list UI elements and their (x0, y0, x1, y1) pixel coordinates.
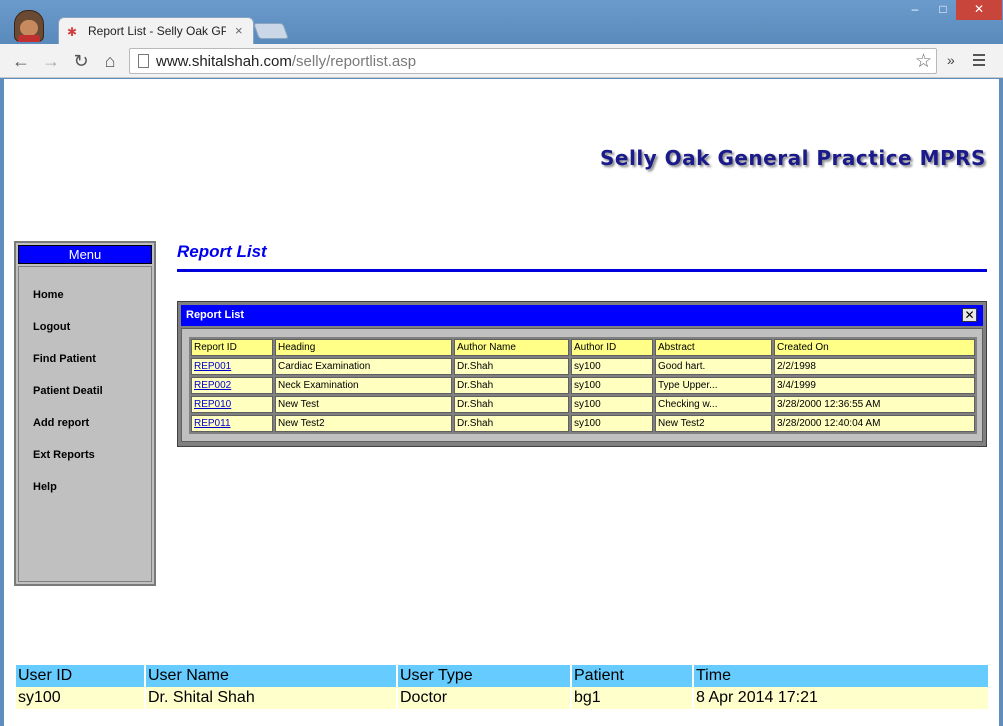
author-id-cell: sy100 (571, 415, 653, 432)
report-id-link[interactable]: REP011 (194, 418, 231, 429)
report-list-title: Report List (186, 309, 245, 321)
window-close-button[interactable]: ✕ (956, 0, 1002, 20)
menu-item-patient-detail[interactable]: Patient Deatil (33, 385, 103, 397)
session-patient: bg1 (571, 687, 694, 709)
page-content: Selly Oak General Practice MPRS Menu Hom… (4, 79, 999, 726)
created-on-cell: 3/28/2000 12:40:04 AM (774, 415, 975, 432)
user-avatar-icon[interactable] (14, 10, 44, 42)
report-id-link[interactable]: REP001 (194, 361, 231, 372)
browser-toolbar: ← → ↻ ⌂ www.shitalshah.com/selly/reportl… (0, 44, 1003, 78)
report-id-link[interactable]: REP010 (194, 399, 231, 410)
heading-cell: Neck Examination (275, 377, 452, 394)
tab-close-icon[interactable]: × (235, 23, 243, 38)
forward-arrow-icon[interactable]: → (40, 50, 62, 72)
author-name-cell: Dr.Shah (454, 396, 569, 413)
author-name-cell: Dr.Shah (454, 377, 569, 394)
table-header-row: Report ID Heading Author Name Author ID … (191, 339, 975, 356)
column-header-heading: Heading (275, 339, 452, 356)
menu-item-help[interactable]: Help (33, 481, 57, 493)
report-list-panel: Report ID Heading Author Name Author ID … (181, 328, 983, 442)
menu-item-logout[interactable]: Logout (33, 321, 70, 333)
session-value-row: sy100 Dr. Shital Shah Doctor bg1 8 Apr 2… (16, 687, 990, 709)
heading-cell: New Test2 (275, 415, 452, 432)
session-header-user-type: User Type (397, 665, 572, 687)
report-id-link[interactable]: REP002 (194, 380, 231, 391)
author-id-cell: sy100 (571, 377, 653, 394)
session-header-time: Time (693, 665, 990, 687)
page-heading: Report List (177, 242, 267, 261)
menu-body: Home Logout Find Patient Patient Deatil … (18, 266, 152, 582)
menu-hamburger-icon[interactable] (973, 54, 985, 66)
abstract-cell: Type Upper... (655, 377, 772, 394)
menu-header: Menu (18, 245, 152, 264)
page-icon (138, 54, 149, 68)
site-title: Selly Oak General Practice MPRS (600, 146, 986, 170)
window-maximize-button[interactable]: □ (930, 0, 956, 20)
session-header-row: User ID User Name User Type Patient Time (16, 665, 990, 687)
side-menu: Menu Home Logout Find Patient Patient De… (14, 241, 156, 586)
column-header-author-id: Author ID (571, 339, 653, 356)
table-row: REP002 Neck Examination Dr.Shah sy100 Ty… (191, 377, 975, 394)
author-name-cell: Dr.Shah (454, 415, 569, 432)
report-id-cell: REP010 (191, 396, 273, 413)
session-user-type: Doctor (397, 687, 572, 709)
report-list-window: Report List ✕ Report ID Heading Author N… (177, 301, 987, 447)
author-id-cell: sy100 (571, 396, 653, 413)
column-header-created-on: Created On (774, 339, 975, 356)
back-arrow-icon[interactable]: ← (10, 50, 32, 72)
extensions-chevron-icon[interactable]: » (947, 52, 955, 68)
tab-title: Report List - Selly Oak GP (88, 24, 226, 38)
session-header-patient: Patient (571, 665, 694, 687)
session-time: 8 Apr 2014 17:21 (693, 687, 990, 709)
table-row: REP001 Cardiac Examination Dr.Shah sy100… (191, 358, 975, 375)
reload-icon[interactable]: ↻ (70, 50, 92, 72)
column-header-abstract: Abstract (655, 339, 772, 356)
heading-cell: New Test (275, 396, 452, 413)
report-id-cell: REP001 (191, 358, 273, 375)
session-header-user-name: User Name (145, 665, 398, 687)
url-host: www.shitalshah.com (156, 53, 292, 70)
close-icon[interactable]: ✕ (962, 308, 977, 322)
report-id-cell: REP011 (191, 415, 273, 432)
table-row: REP010 New Test Dr.Shah sy100 Checking w… (191, 396, 975, 413)
session-header-user-id: User ID (16, 665, 146, 687)
report-id-cell: REP002 (191, 377, 273, 394)
new-tab-button[interactable] (253, 23, 289, 39)
created-on-cell: 3/28/2000 12:36:55 AM (774, 396, 975, 413)
created-on-cell: 3/4/1999 (774, 377, 975, 394)
table-row: REP011 New Test2 Dr.Shah sy100 New Test2… (191, 415, 975, 432)
window-minimize-button[interactable]: – (900, 0, 930, 20)
abstract-cell: Good hart. (655, 358, 772, 375)
browser-titlebar: ✱ Report List - Selly Oak GP × – □ ✕ (0, 0, 1003, 45)
report-table: Report ID Heading Author Name Author ID … (189, 337, 977, 434)
heading-cell: Cardiac Examination (275, 358, 452, 375)
menu-item-find-patient[interactable]: Find Patient (33, 353, 96, 365)
address-bar[interactable]: www.shitalshah.com/selly/reportlist.asp … (129, 48, 937, 74)
report-list-titlebar: Report List ✕ (181, 305, 983, 326)
bookmark-star-icon[interactable]: ☆ (915, 50, 932, 73)
abstract-cell: New Test2 (655, 415, 772, 432)
menu-item-add-report[interactable]: Add report (33, 417, 89, 429)
url-path: /selly/reportlist.asp (291, 53, 417, 70)
home-icon[interactable]: ⌂ (99, 50, 121, 72)
menu-item-ext-reports[interactable]: Ext Reports (33, 449, 95, 461)
session-user-name: Dr. Shital Shah (145, 687, 398, 709)
favicon-icon: ✱ (67, 25, 78, 39)
author-id-cell: sy100 (571, 358, 653, 375)
menu-item-home[interactable]: Home (33, 289, 64, 301)
column-header-author-name: Author Name (454, 339, 569, 356)
abstract-cell: Checking w... (655, 396, 772, 413)
created-on-cell: 2/2/1998 (774, 358, 975, 375)
browser-tab-active[interactable]: ✱ Report List - Selly Oak GP × (58, 17, 254, 45)
session-info-table: User ID User Name User Type Patient Time… (16, 665, 990, 709)
session-user-id: sy100 (16, 687, 146, 709)
author-name-cell: Dr.Shah (454, 358, 569, 375)
url-text[interactable]: www.shitalshah.com/selly/reportlist.asp (156, 53, 416, 70)
column-header-report-id: Report ID (191, 339, 273, 356)
heading-divider (177, 269, 987, 272)
